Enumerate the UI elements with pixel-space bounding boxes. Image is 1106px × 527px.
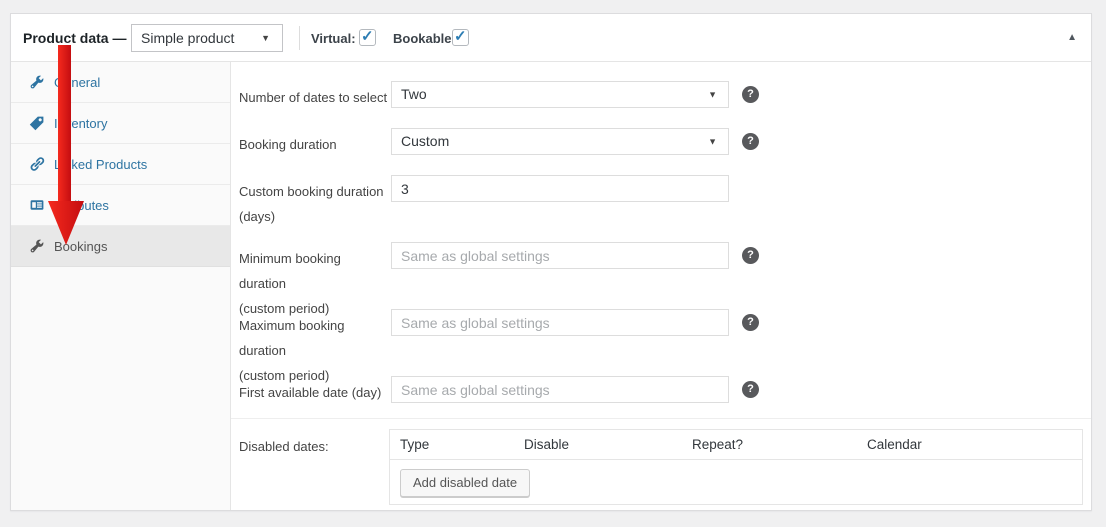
list-box-icon: [29, 197, 45, 213]
chevron-down-icon: ▼: [708, 129, 717, 154]
tab-attributes[interactable]: Attributes: [11, 185, 230, 226]
custom-booking-duration-input[interactable]: [391, 175, 729, 202]
help-icon[interactable]: ?: [742, 133, 759, 150]
tab-label: Bookings: [54, 239, 107, 254]
column-header-type: Type: [390, 430, 514, 459]
tab-inventory[interactable]: Inventory: [11, 103, 230, 144]
help-icon[interactable]: ?: [742, 381, 759, 398]
booking-duration-select[interactable]: Custom ▼: [391, 128, 729, 155]
tab-label: Attributes: [54, 198, 109, 213]
tab-linked-products[interactable]: Linked Products: [11, 144, 230, 185]
column-header-calendar: Calendar: [857, 430, 1082, 459]
row-maximum-booking-duration: Maximum booking duration (custom period)…: [239, 309, 1081, 365]
row-first-available-date: First available date (day) ?: [239, 376, 1081, 432]
table-header-row: Type Disable Repeat? Calendar: [390, 430, 1082, 460]
page-title: Product data —: [23, 30, 126, 46]
select-value: Custom: [401, 133, 449, 149]
product-data-tabs: General Inventory Linked Products: [11, 62, 231, 510]
tab-bookings[interactable]: Bookings: [11, 226, 230, 267]
tab-label: General: [54, 75, 100, 90]
product-data-metabox: Product data — Simple product ▼ Virtual:…: [10, 13, 1092, 511]
wrench-icon: [29, 238, 45, 254]
checkmark-icon: ✓: [361, 27, 374, 45]
virtual-label: Virtual:: [311, 31, 356, 46]
disabled-dates-label: Disabled dates:: [239, 439, 329, 454]
product-type-select[interactable]: Simple product ▼: [131, 24, 283, 52]
add-disabled-date-button[interactable]: Add disabled date: [400, 469, 530, 497]
help-icon[interactable]: ?: [742, 247, 759, 264]
tab-label: Linked Products: [54, 157, 147, 172]
row-minimum-booking-duration: Minimum booking duration (custom period)…: [239, 242, 1081, 298]
select-value: Two: [401, 86, 427, 102]
help-icon[interactable]: ?: [742, 314, 759, 331]
table-body: Add disabled date: [390, 460, 1082, 506]
header-divider: [299, 26, 300, 50]
column-header-repeat: Repeat?: [682, 430, 857, 459]
product-type-value: Simple product: [141, 30, 234, 46]
field-label: Booking duration: [239, 132, 391, 157]
bookable-checkbox[interactable]: ✓: [452, 29, 469, 46]
minimum-booking-duration-input[interactable]: [391, 242, 729, 269]
tab-label: Inventory: [54, 116, 107, 131]
bookable-label: Bookable:: [393, 31, 456, 46]
field-label: Number of dates to select: [239, 85, 391, 110]
number-of-dates-select[interactable]: Two ▼: [391, 81, 729, 108]
virtual-checkbox[interactable]: ✓: [359, 29, 376, 46]
collapse-toggle-icon[interactable]: ▲: [1067, 32, 1077, 43]
tab-general[interactable]: General: [11, 62, 230, 103]
tag-icon: [29, 115, 45, 131]
field-label: First available date (day): [239, 380, 391, 405]
link-icon: [29, 156, 45, 172]
section-divider: [231, 418, 1091, 419]
metabox-header: Product data — Simple product ▼ Virtual:…: [11, 14, 1091, 62]
maximum-booking-duration-input[interactable]: [391, 309, 729, 336]
chevron-down-icon: ▼: [261, 25, 270, 51]
checkmark-icon: ✓: [454, 27, 467, 45]
wrench-icon: [29, 74, 45, 90]
chevron-down-icon: ▼: [708, 82, 717, 107]
help-icon[interactable]: ?: [742, 86, 759, 103]
first-available-date-input[interactable]: [391, 376, 729, 403]
column-header-disable: Disable: [514, 430, 682, 459]
row-custom-booking-duration: Custom booking duration (days): [239, 175, 1081, 231]
disabled-dates-table: Type Disable Repeat? Calendar Add disabl…: [389, 429, 1083, 505]
field-label: Custom booking duration (days): [239, 179, 391, 229]
